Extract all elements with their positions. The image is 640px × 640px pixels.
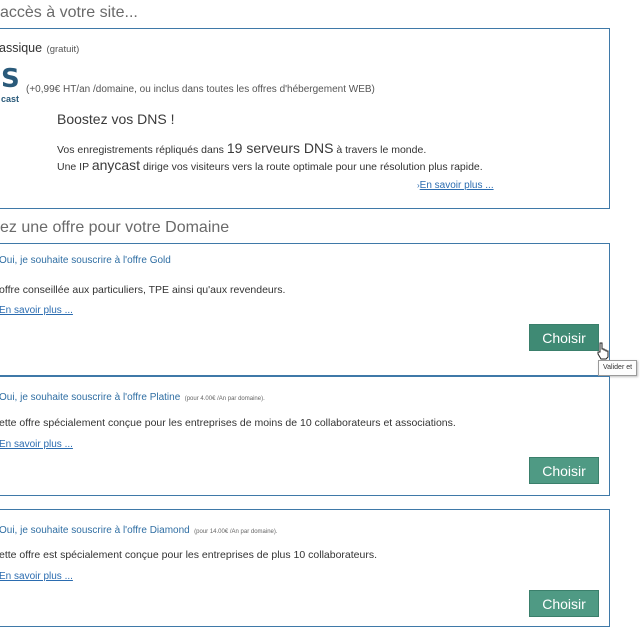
dns-replication-line: Vos enregistrements répliqués dans 19 se… [57, 140, 427, 156]
classique-label: assique [0, 41, 43, 55]
offer-diamond-choose-button[interactable]: Choisir [529, 590, 599, 617]
logo-text: cast [1, 94, 20, 104]
anycast-price-note: (+0,99€ HT/an /domaine, ou inclus dans t… [26, 84, 375, 95]
offer-platine-option[interactable]: Oui, je souhaite souscrire à l'offre Pla… [0, 387, 265, 405]
choose-tooltip: Valider et [598, 360, 638, 376]
offer-diamond-description: ette offre est spécialement conçue pour … [0, 549, 378, 561]
offer-diamond-option[interactable]: Oui, je souhaite souscrire à l'offre Dia… [0, 520, 278, 538]
offer-card-gold: Oui, je souhaite souscrire à l'offre Gol… [0, 243, 610, 376]
offer-gold-description: offre conseillée aux particuliers, TPE a… [0, 284, 286, 296]
offer-card-platine: Oui, je souhaite souscrire à l'offre Pla… [0, 376, 610, 496]
offer-platine-learn-more-link[interactable]: En savoir plus ... [0, 439, 73, 450]
offer-card-diamond: Oui, je souhaite souscrire à l'offre Dia… [0, 509, 610, 627]
boost-title: Boostez vos DNS ! [57, 111, 175, 127]
anycast-ip-line: Une IP anycast dirige vos visiteurs vers… [57, 157, 483, 173]
classique-panel: assique (gratuit) S cast (+0,99€ HT/an /… [0, 28, 610, 209]
classique-heading: assique (gratuit) [0, 39, 79, 57]
logo-letter: S [1, 64, 20, 94]
section-title-access: accès à votre site... [0, 4, 138, 21]
offer-gold-learn-more-link[interactable]: En savoir plus ... [0, 305, 73, 316]
offer-platine-choose-button[interactable]: Choisir [529, 457, 599, 484]
section-title-domain-offer: ez une offre pour votre Domaine [0, 219, 230, 236]
anycast-learn-more-link[interactable]: ›En savoir plus ... [417, 175, 494, 193]
offer-platine-description: ette offre spécialement conçue pour les … [0, 417, 456, 429]
offer-gold-option[interactable]: Oui, je souhaite souscrire à l'offre Gol… [0, 255, 171, 266]
offer-gold-choose-button[interactable]: Choisir [529, 324, 599, 351]
classique-note: (gratuit) [46, 44, 80, 55]
offer-diamond-learn-more-link[interactable]: En savoir plus ... [0, 571, 73, 582]
